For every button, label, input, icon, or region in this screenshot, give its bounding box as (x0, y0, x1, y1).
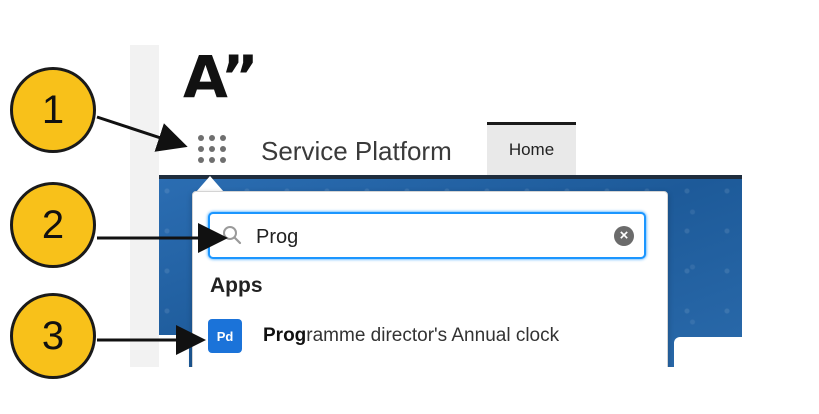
callout-2: 2 (10, 182, 96, 268)
annotated-screenshot: A” Service Platform Home × Apps P (0, 0, 819, 414)
callout-1: 1 (10, 67, 96, 153)
callout-3: 3 (10, 293, 96, 379)
callout-1-arrow (96, 115, 188, 152)
callout-arrows (96, 115, 228, 355)
